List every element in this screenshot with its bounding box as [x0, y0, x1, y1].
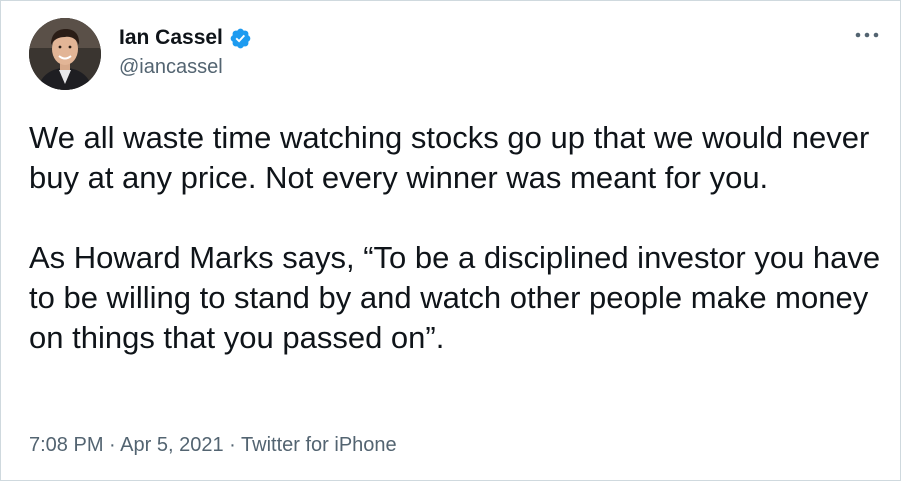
avatar-image	[29, 18, 101, 90]
author-display-name[interactable]: Ian Cassel	[119, 26, 223, 50]
tweet-time[interactable]: 7:08 PM	[29, 434, 103, 456]
tweet-meta: 7:08 PM · Apr 5, 2021 · Twitter for iPho…	[29, 434, 397, 457]
tweet-date[interactable]: Apr 5, 2021	[120, 434, 223, 456]
tweet-source[interactable]: Twitter for iPhone	[241, 434, 397, 456]
tweet-card: Ian Cassel @iancassel We all waste time …	[0, 0, 901, 481]
meta-separator: ·	[229, 434, 236, 456]
tweet-text: We all waste time watching stocks go up …	[29, 118, 889, 358]
author-handle[interactable]: @iancassel	[119, 56, 223, 79]
tweet-paragraph-2: As Howard Marks says, “To be a disciplin…	[29, 240, 889, 355]
meta-separator: ·	[109, 434, 116, 456]
more-options-button[interactable]	[852, 23, 882, 47]
more-options-icon	[855, 32, 879, 38]
tweet-paragraph-1: We all waste time watching stocks go up …	[29, 120, 878, 195]
verified-badge-icon	[229, 27, 252, 50]
author-name-row: Ian Cassel	[119, 25, 252, 51]
avatar[interactable]	[29, 18, 101, 90]
